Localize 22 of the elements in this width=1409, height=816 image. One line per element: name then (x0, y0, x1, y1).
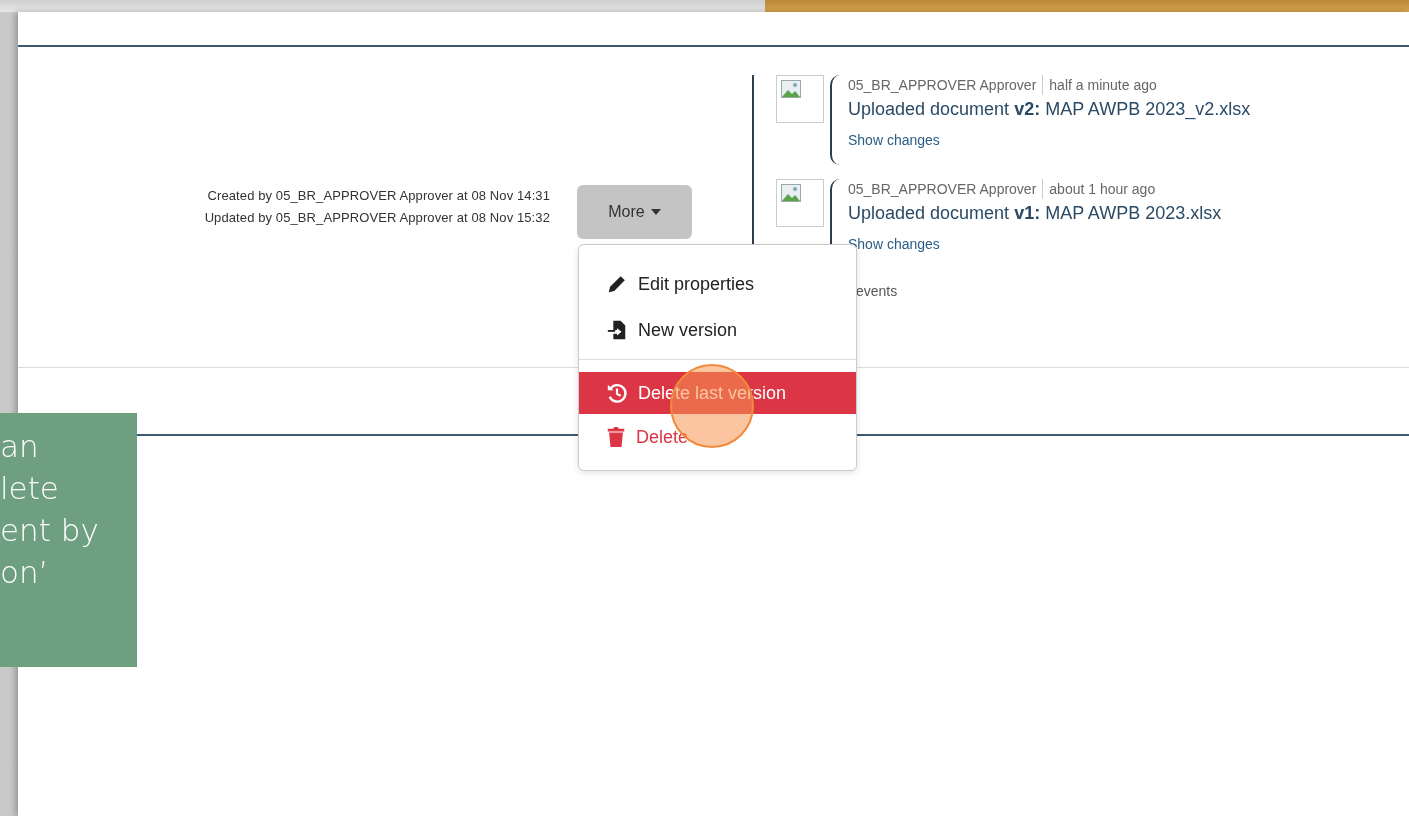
author-name: 05_BR_APPROVER Approver (848, 181, 1037, 197)
history-icon (606, 382, 628, 404)
event-message: Uploaded document v2: MAP AWPB 2023_v2.xlsx (848, 99, 1251, 120)
record-info: Created by 05_BR_APPROVER Approver at 08 Nov 14:31 Updated by 05_BR_APPROVER Approver at 08 Nov 15:32 (204, 187, 550, 227)
event-message: Uploaded document v1: MAP AWPB 2023.xlsx (848, 203, 1222, 224)
menu-item[interactable]: Delete last version (579, 372, 856, 414)
author-name: 05_BR_APPROVER Approver (848, 77, 1037, 93)
broken-image-icon (776, 75, 824, 123)
callout-text: an lete ent by on’ (0, 427, 100, 592)
trash-icon (606, 426, 626, 448)
menu-item[interactable]: Delete (579, 414, 856, 460)
file-import-icon (606, 319, 628, 341)
broken-image-icon (776, 179, 824, 227)
more-button[interactable]: More (577, 185, 692, 239)
caret-icon (650, 209, 661, 215)
timestamp: about 1 hour ago (1049, 181, 1156, 197)
menu-item[interactable]: New version (579, 307, 856, 353)
show-changes-link[interactable]: Show changes (848, 132, 1251, 148)
menu-item[interactable]: Edit properties (579, 261, 856, 307)
pencil-icon (606, 273, 628, 295)
timestamp: half a minute ago (1049, 77, 1157, 93)
events-link[interactable]: events (856, 283, 1251, 299)
